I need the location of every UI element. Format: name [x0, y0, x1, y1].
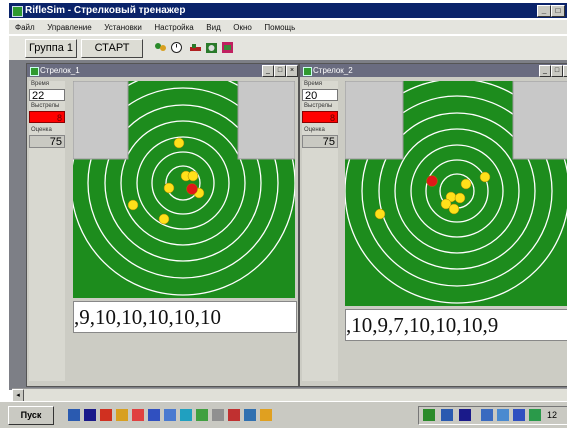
shooters-icon[interactable]: [154, 41, 167, 54]
shooter-2-scores-strip: ,10,9,7,10,10,10,9: [345, 309, 567, 341]
quicklaunch-app-icon[interactable]: [164, 409, 176, 421]
quicklaunch-desktop-icon[interactable]: [84, 409, 96, 421]
hit-marker: [187, 170, 199, 182]
shooter-2-title: Стрелок_2: [313, 66, 353, 75]
minimize-button[interactable]: _: [537, 5, 551, 17]
tray-app-icon[interactable]: [423, 409, 435, 421]
shooter-1-info-panel: Время 22 Выстрелы 8 Оценка 75: [29, 81, 65, 381]
quicklaunch-explorer-icon[interactable]: [68, 409, 80, 421]
last-hit-marker: [426, 175, 438, 187]
menu-view[interactable]: Вид: [206, 23, 220, 32]
hit-marker: [158, 213, 170, 225]
maximize-button[interactable]: □: [551, 5, 565, 17]
target-corner-right: [237, 81, 295, 160]
quicklaunch-app-icon[interactable]: [212, 409, 224, 421]
shooter-2-minimize-button[interactable]: _: [539, 65, 551, 77]
shooter-1-scores-strip: ,9,10,10,10,10,10: [73, 301, 297, 333]
last-hit-marker: [186, 183, 198, 195]
quicklaunch-app-icon[interactable]: [180, 409, 192, 421]
group-button[interactable]: Группа 1: [25, 39, 77, 58]
target-corner-left: [73, 81, 129, 160]
hit-marker: [173, 137, 185, 149]
quicklaunch-app-icon[interactable]: [116, 409, 128, 421]
shooter-1-minimize-button[interactable]: _: [262, 65, 274, 77]
shooter-1-titlebar: Стрелок_1 _ □ ×: [27, 64, 298, 77]
quicklaunch-app-icon[interactable]: [196, 409, 208, 421]
hit-marker: [374, 208, 386, 220]
shooter-2-maximize-button[interactable]: □: [551, 65, 563, 77]
shooter-1-time-field: 22: [29, 89, 65, 102]
shooter-2-time-field: 20: [302, 89, 338, 102]
shooter-2-close-button[interactable]: ×: [563, 65, 567, 77]
system-tray: 12: [418, 406, 567, 425]
hit-marker: [454, 192, 466, 204]
tray-app-icon[interactable]: [459, 409, 471, 421]
shooter-2-target: [345, 81, 567, 306]
menu-bar: Файл Управление Установки Настройка Вид …: [9, 20, 567, 34]
target-corner-right: [512, 81, 567, 160]
taskbar: Пуск 12: [0, 401, 567, 428]
shooter-2-score-field: 75: [302, 135, 338, 148]
horizontal-scrollbar[interactable]: ◂: [12, 388, 567, 402]
tray-app-icon[interactable]: [513, 409, 525, 421]
score-label: Оценка: [304, 127, 325, 133]
menu-file[interactable]: Файл: [15, 23, 35, 32]
shooter-2-shots-field: 8: [302, 111, 338, 123]
target-icon[interactable]: [205, 41, 218, 54]
shooter-1-score-field: 75: [29, 135, 65, 148]
quicklaunch-app-icon[interactable]: [228, 409, 240, 421]
hit-marker: [479, 171, 491, 183]
shooter-1-target: [73, 81, 295, 298]
tray-globe-icon[interactable]: [529, 409, 541, 421]
score-label: Оценка: [31, 127, 52, 133]
window-icon: [30, 67, 39, 76]
rifle-icon[interactable]: [189, 41, 202, 54]
timer-icon[interactable]: [170, 41, 183, 54]
hit-marker: [127, 199, 139, 211]
shooter-2-titlebar: Стрелок_2 _ □ ×: [300, 64, 567, 77]
menu-setup[interactable]: Настройка: [154, 23, 193, 32]
toolbar: Группа 1 СТАРТ: [9, 36, 567, 60]
quicklaunch-app-icon[interactable]: [100, 409, 112, 421]
clock: 12: [547, 410, 558, 420]
tray-app-icon[interactable]: [497, 409, 509, 421]
quicklaunch-app-icon[interactable]: [148, 409, 160, 421]
tray-app-icon[interactable]: [441, 409, 453, 421]
shots-label: Выстрелы: [304, 103, 333, 109]
report-icon[interactable]: [221, 41, 234, 54]
time-label: Время: [31, 81, 50, 87]
tray-network-icon[interactable]: [481, 409, 493, 421]
start-button[interactable]: Пуск: [8, 406, 54, 425]
start-button[interactable]: СТАРТ: [81, 39, 143, 58]
quicklaunch-app-icon[interactable]: [132, 409, 144, 421]
target-center-field: [128, 81, 238, 298]
shooter-1-close-button[interactable]: ×: [286, 65, 298, 77]
app-titlebar: RifleSim - Стрелковый тренажер _ □: [9, 3, 567, 18]
shooter-1-maximize-button[interactable]: □: [274, 65, 286, 77]
shooter-window-1[interactable]: Стрелок_1 _ □ × Время 22 Выстрелы 8 Оцен…: [26, 63, 299, 387]
shooter-window-2[interactable]: Стрелок_2 _ □ × Время 20 Выстрелы 8 Оцен…: [299, 63, 567, 387]
app-icon: [12, 6, 23, 17]
menu-control[interactable]: Управление: [47, 23, 91, 32]
quicklaunch-app-icon[interactable]: [244, 409, 256, 421]
hit-marker: [460, 178, 472, 190]
menu-window[interactable]: Окно: [233, 23, 252, 32]
shooter-2-info-panel: Время 20 Выстрелы 8 Оценка 75: [302, 81, 338, 381]
menu-settings[interactable]: Установки: [104, 23, 142, 32]
shots-label: Выстрелы: [31, 103, 60, 109]
hit-marker: [448, 203, 460, 215]
shooter-1-shots-field: 8: [29, 111, 65, 123]
mdi-workspace: Стрелок_1 _ □ × Время 22 Выстрелы 8 Оцен…: [9, 60, 567, 390]
quicklaunch-app-icon[interactable]: [260, 409, 272, 421]
window-icon: [303, 67, 312, 76]
app-title: RifleSim - Стрелковый тренажер: [25, 5, 186, 16]
time-label: Время: [304, 81, 323, 87]
shooter-1-title: Стрелок_1: [40, 66, 80, 75]
target-corner-left: [345, 81, 404, 160]
hit-marker: [163, 182, 175, 194]
menu-help[interactable]: Помощь: [264, 23, 295, 32]
